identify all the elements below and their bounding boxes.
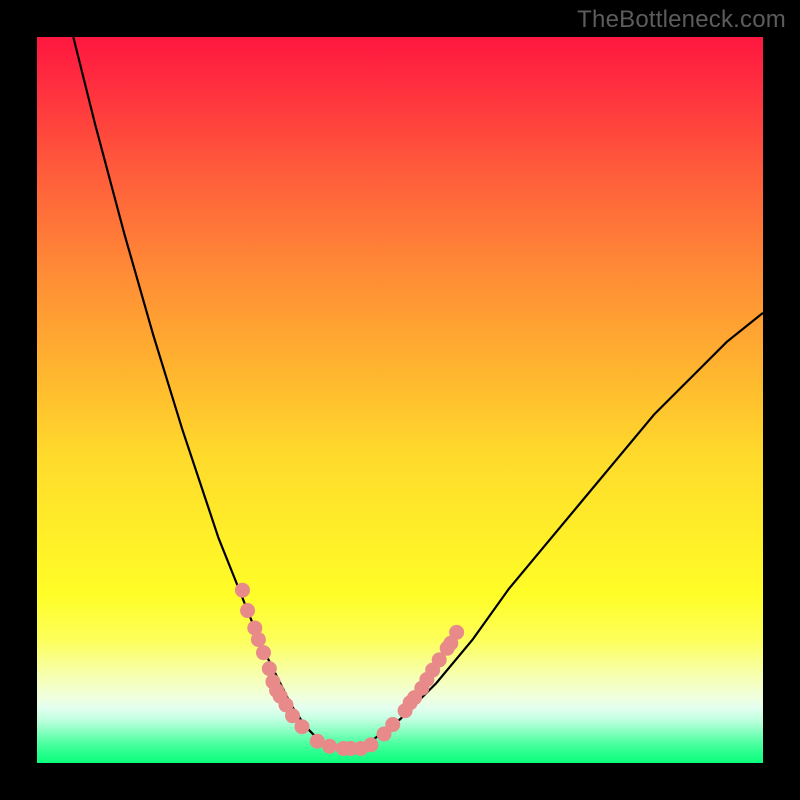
curve-marker	[294, 719, 309, 734]
curve-marker	[449, 625, 464, 640]
curve-marker	[262, 661, 277, 676]
curve-marker	[322, 739, 337, 754]
bottleneck-curve-path	[73, 37, 763, 748]
curve-marker	[385, 717, 400, 732]
curve-marker	[256, 645, 271, 660]
curve-markers-group	[235, 583, 464, 756]
curve-marker	[363, 737, 378, 752]
curve-marker	[240, 603, 255, 618]
chart-frame: TheBottleneck.com	[0, 0, 800, 800]
curve-marker	[235, 583, 250, 598]
plot-area	[37, 37, 763, 763]
curve-marker	[251, 632, 266, 647]
watermark-text: TheBottleneck.com	[577, 6, 786, 34]
bottleneck-curve-svg	[37, 37, 763, 763]
